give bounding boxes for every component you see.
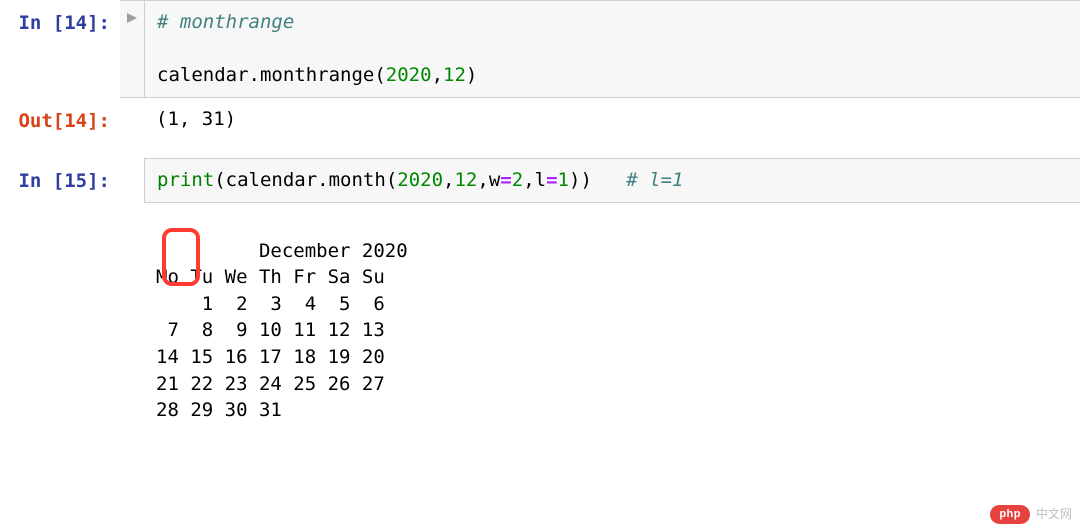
code-comment: # monthrange (157, 11, 294, 33)
output-prompt-14: Out[14]: (0, 98, 120, 135)
play-icon (127, 13, 137, 23)
input-prompt-14: In [14]: (0, 0, 120, 37)
code-editor-15[interactable]: print(calendar.month(2020,12,w=2,l=1)) #… (144, 158, 1080, 203)
output-cell-14: Out[14]: (1, 31) (0, 98, 1080, 141)
spacer (0, 140, 1080, 158)
empty-prompt (0, 203, 120, 213)
input-area-15: print(calendar.month(2020,12,w=2,l=1)) #… (120, 158, 1080, 203)
input-prompt-15: In [15]: (0, 158, 120, 195)
code-ident: calendar.monthrange (157, 64, 374, 86)
code-builtin: print (157, 169, 214, 191)
output-cell-15: December 2020 Mo Tu We Th Fr Sa Su 1 2 3… (0, 203, 1080, 485)
input-area-14: # monthrange calendar.monthrange(2020,12… (120, 0, 1080, 98)
watermark-badge: php (990, 505, 1030, 524)
cell-14: In [14]: # monthrange calendar.monthrang… (0, 0, 1080, 98)
jupyter-fragment: In [14]: # monthrange calendar.monthrang… (0, 0, 1080, 528)
calendar-printout: December 2020 Mo Tu We Th Fr Sa Su 1 2 3… (156, 240, 408, 422)
watermark-text: 中文网 (1036, 506, 1072, 523)
watermark: php 中文网 (990, 505, 1072, 524)
cell-15: In [15]: print(calendar.month(2020,12,w=… (0, 158, 1080, 203)
output-text-15: December 2020 Mo Tu We Th Fr Sa Su 1 2 3… (120, 203, 1080, 485)
code-editor-14[interactable]: # monthrange calendar.monthrange(2020,12… (144, 0, 1080, 98)
output-text-14: (1, 31) (120, 98, 1080, 141)
run-cell-button-14[interactable] (120, 0, 144, 98)
